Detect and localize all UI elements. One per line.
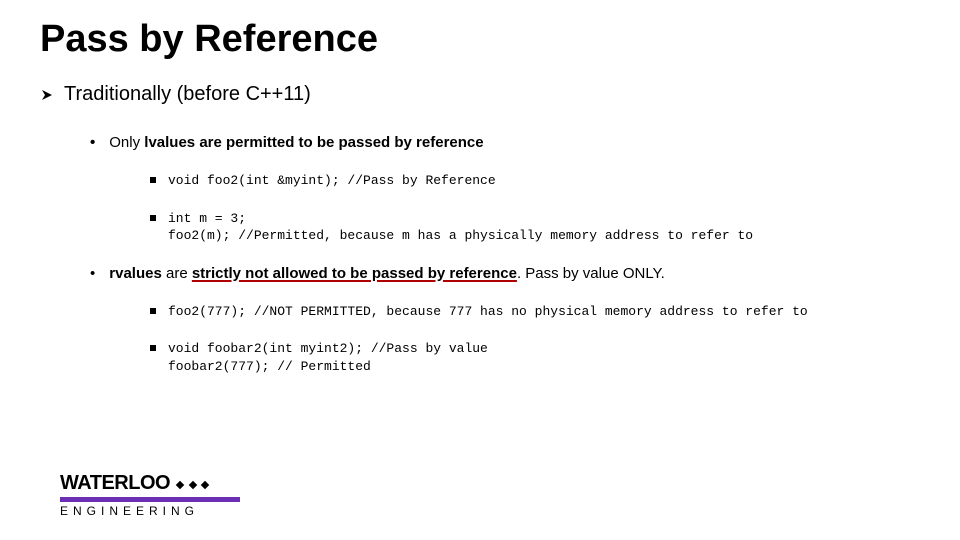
code-block-1: void foo2(int &myint); //Pass by Referen… xyxy=(150,172,920,190)
arrow-icon xyxy=(40,85,54,108)
code-line: foobar2(777); // Permitted xyxy=(168,359,371,374)
code-line: void foo2(int &myint); //Pass by Referen… xyxy=(168,172,496,190)
code-block-2: int m = 3; foo2(m); //Permitted, because… xyxy=(150,210,920,245)
logo-diamonds xyxy=(176,475,209,493)
diamond-icon xyxy=(201,480,209,488)
bullet-level1: Traditionally (before C++11) xyxy=(40,83,920,108)
dot-icon: • xyxy=(90,134,95,152)
slide-title: Pass by Reference xyxy=(40,18,920,61)
code-line: int m = 3; xyxy=(168,211,246,226)
logo-wordmark: WATERLOO xyxy=(60,472,170,495)
text-underlined: strictly not allowed to be passed by ref… xyxy=(192,265,517,282)
bullet-lvalues: • Only lvalues are permitted to be passe… xyxy=(90,134,920,152)
text-bold: lvalues xyxy=(144,134,195,151)
text-fragment: . Pass by value ONLY. xyxy=(517,265,665,282)
square-icon xyxy=(150,177,156,183)
rvalues-text: rvalues are strictly not allowed to be p… xyxy=(109,265,665,282)
text-fragment: Only xyxy=(109,134,144,151)
square-icon xyxy=(150,215,156,221)
lvalues-text: Only lvalues are permitted to be passed … xyxy=(109,134,483,151)
logo-subtext: ENGINEERING xyxy=(60,504,260,518)
text-fragment: are permitted to be passed by reference xyxy=(195,134,483,151)
diamond-icon xyxy=(188,480,196,488)
square-icon xyxy=(150,345,156,351)
slide: Pass by Reference Traditionally (before … xyxy=(0,0,960,540)
logo-bar xyxy=(60,497,240,502)
code-lines: void foobar2(int myint2); //Pass by valu… xyxy=(168,340,488,375)
code-block-3: foo2(777); //NOT PERMITTED, because 777 … xyxy=(150,303,920,321)
code-line: void foobar2(int myint2); //Pass by valu… xyxy=(168,341,488,356)
code-line: foo2(m); //Permitted, because m has a ph… xyxy=(168,228,753,243)
level1-text: Traditionally (before C++11) xyxy=(64,83,311,106)
waterloo-logo: WATERLOO ENGINEERING xyxy=(60,472,260,518)
code-block-4: void foobar2(int myint2); //Pass by valu… xyxy=(150,340,920,375)
text-fragment: are xyxy=(162,265,192,282)
square-icon xyxy=(150,308,156,314)
code-lines: int m = 3; foo2(m); //Permitted, because… xyxy=(168,210,753,245)
logo-top-row: WATERLOO xyxy=(60,472,260,495)
text-bold: rvalues xyxy=(109,265,162,282)
code-line: foo2(777); //NOT PERMITTED, because 777 … xyxy=(168,303,808,321)
diamond-icon xyxy=(176,480,184,488)
dot-icon: • xyxy=(90,265,95,283)
bullet-rvalues: • rvalues are strictly not allowed to be… xyxy=(90,265,920,283)
